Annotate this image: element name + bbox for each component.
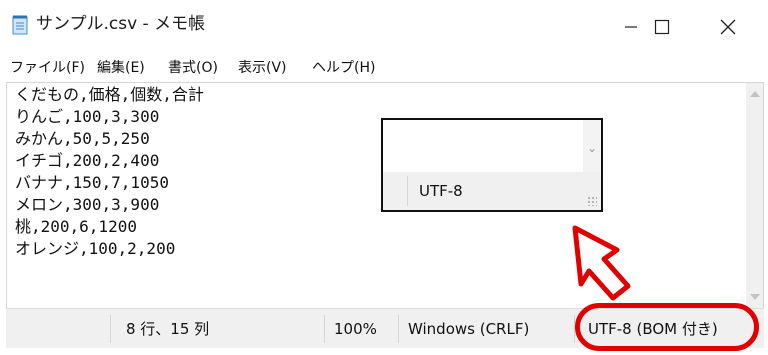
title-bar: サンプル.csv - メモ帳 [0, 0, 768, 54]
vertical-scrollbar[interactable] [746, 83, 763, 308]
text-line: バナナ,150,7,1050 [15, 173, 169, 192]
document-text[interactable]: くだもの,価格,個数,合計 りんご,100,3,300 みかん,50,5,250… [15, 84, 204, 260]
zoomed-inset: ⌄ UTF-8 [381, 118, 603, 212]
inset-encoding: UTF-8 [419, 182, 463, 200]
status-line-ending: Windows (CRLF) [408, 320, 530, 338]
divider [324, 315, 325, 343]
menu-format[interactable]: 書式(O) [168, 56, 218, 80]
text-line: オレンジ,100,2,200 [15, 239, 176, 258]
resize-grip-icon[interactable] [587, 196, 597, 206]
text-line: りんご,100,3,300 [15, 107, 160, 126]
text-line: くだもの,価格,個数,合計 [15, 85, 204, 104]
encoding-highlight [575, 303, 759, 351]
inset-scroll-area: ⌄ [383, 120, 601, 173]
text-line: 桃,200,6,1200 [15, 217, 137, 236]
close-button[interactable] [702, 0, 754, 54]
inset-statusbar: UTF-8 [383, 172, 601, 210]
close-icon [720, 19, 736, 35]
window-title: サンプル.csv - メモ帳 [36, 14, 206, 34]
scroll-down-icon[interactable] [750, 294, 760, 300]
menu-edit[interactable]: 編集(E) [97, 56, 145, 80]
text-line: メロン,300,3,900 [15, 195, 160, 214]
red-arrow-icon [572, 225, 631, 301]
chevron-down-icon: ⌄ [586, 141, 597, 155]
maximize-button[interactable] [640, 0, 684, 54]
scroll-up-icon[interactable] [750, 91, 760, 97]
status-position: 8 行、15 列 [126, 320, 210, 338]
divider [398, 315, 399, 343]
menu-view[interactable]: 表示(V) [238, 56, 287, 80]
notepad-icon [12, 15, 28, 35]
maximize-icon [654, 19, 670, 35]
minimize-icon [625, 26, 637, 28]
divider [407, 176, 408, 206]
menu-help[interactable]: ヘルプ(H) [312, 56, 375, 80]
divider [110, 315, 111, 343]
notepad-window: サンプル.csv - メモ帳 ファイル(F) 編集(E) 書式(O) 表示(V)… [0, 0, 768, 355]
menu-bar: ファイル(F) 編集(E) 書式(O) 表示(V) ヘルプ(H) [0, 56, 768, 80]
menu-file[interactable]: ファイル(F) [10, 56, 85, 80]
text-line: イチゴ,200,2,400 [15, 151, 160, 170]
status-zoom: 100% [334, 320, 377, 338]
text-line: みかん,50,5,250 [15, 129, 150, 148]
